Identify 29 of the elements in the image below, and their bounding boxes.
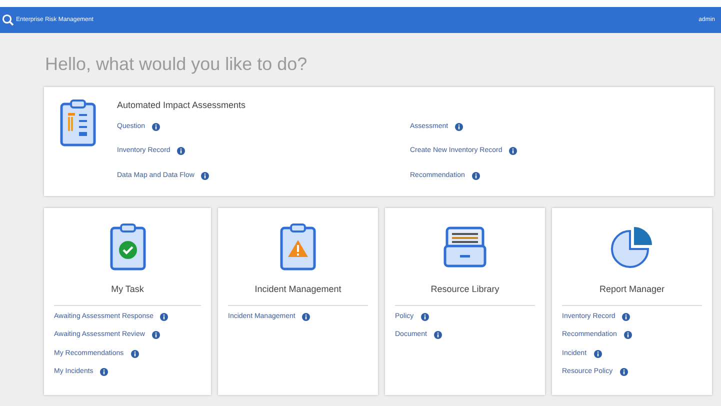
info-icon (622, 312, 630, 321)
info-icon (160, 312, 168, 321)
card-title: My Task (110, 283, 145, 296)
clipboard-list-icon (60, 99, 96, 147)
greeting-heading: Hello, what would you like to do? (45, 55, 308, 73)
card-title: Resource Library (430, 283, 500, 296)
pie-chart-icon (610, 225, 654, 269)
info-icon (177, 147, 186, 156)
info-icon (130, 350, 139, 358)
clipboard-warning-icon (280, 223, 316, 271)
section-title: Automated Impact Assessments (117, 99, 247, 112)
info-icon (509, 147, 518, 156)
info-icon (302, 312, 310, 321)
card-title: Incident Management (254, 283, 342, 296)
info-icon (152, 122, 160, 131)
info-icon (620, 368, 628, 376)
info-icon (420, 312, 429, 321)
info-icon (152, 331, 160, 340)
info-icon (434, 331, 442, 340)
card-title: Report Manager (598, 283, 666, 296)
info-icon (472, 172, 480, 180)
info-icon (201, 172, 210, 180)
info-icon (455, 122, 464, 131)
info-icon (624, 331, 632, 340)
file-drawer-icon (443, 226, 487, 268)
clipboard-check-icon (110, 223, 146, 271)
info-icon (594, 350, 602, 358)
info-icon (100, 368, 108, 376)
search-icon (2, 14, 14, 26)
